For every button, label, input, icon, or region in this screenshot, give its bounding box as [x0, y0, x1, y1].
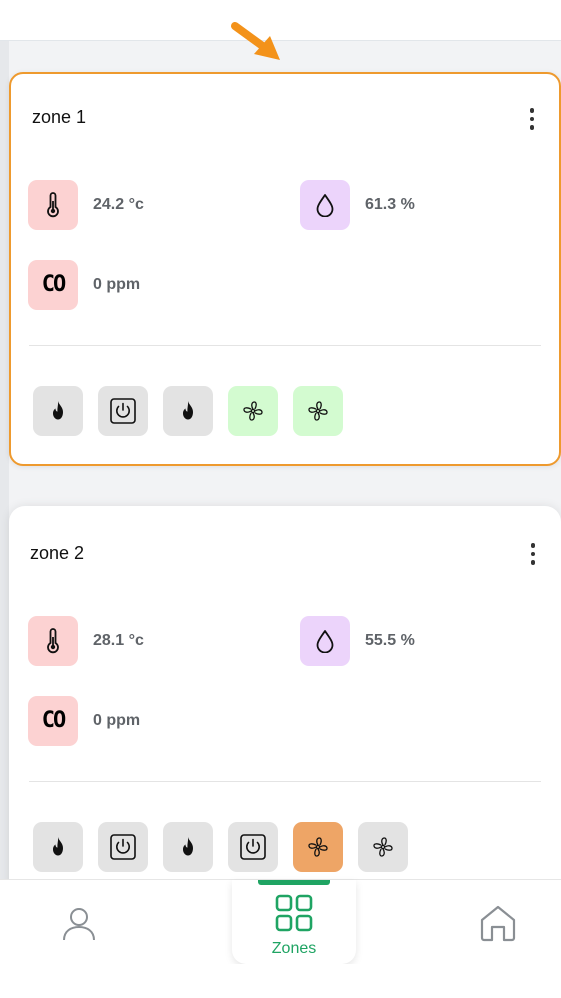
- nav-home[interactable]: [478, 904, 518, 942]
- nav-zones[interactable]: Zones: [232, 880, 356, 964]
- power-toggle-button[interactable]: [228, 822, 278, 872]
- thermometer-icon: [28, 616, 78, 666]
- kebab-dot: [530, 551, 536, 557]
- co-icon-label: CO: [41, 708, 66, 733]
- fan-icon: [308, 837, 328, 857]
- footer-area: [0, 964, 561, 998]
- fan-toggle-button[interactable]: [228, 386, 278, 436]
- user-icon: [63, 908, 95, 941]
- water-drop-icon: [300, 616, 350, 666]
- kebab-dot: [530, 543, 536, 548]
- bottom-navigation: Zones: [0, 879, 561, 965]
- heater-toggle-button[interactable]: [163, 386, 213, 436]
- grid-icon: [275, 894, 313, 932]
- nav-profile[interactable]: [60, 904, 98, 942]
- more-options-button[interactable]: [518, 539, 548, 569]
- active-tab-indicator: [258, 880, 330, 885]
- temperature-value: 28.1 °c: [93, 632, 144, 649]
- fan-toggle-button[interactable]: [293, 822, 343, 872]
- co-value: 0 ppm: [93, 276, 141, 293]
- zone-title: zone 1: [32, 107, 87, 127]
- kebab-dot: [530, 560, 536, 565]
- power-toggle-button[interactable]: [98, 386, 148, 436]
- flame-icon: [183, 837, 193, 856]
- zone-title: zone 2: [30, 543, 85, 563]
- fan-icon: [308, 401, 328, 421]
- humidity-value: 61.3 %: [365, 196, 415, 213]
- flame-icon: [183, 401, 193, 420]
- divider: [29, 345, 541, 346]
- kebab-dot: [529, 116, 535, 122]
- power-icon: [110, 834, 136, 860]
- home-icon: [480, 905, 516, 942]
- humidity-sensor: 55.5 %: [300, 616, 415, 666]
- heater-toggle-button[interactable]: [33, 822, 83, 872]
- heater-toggle-button[interactable]: [163, 822, 213, 872]
- nav-zones-label: Zones: [271, 940, 317, 957]
- water-drop-icon: [300, 180, 350, 230]
- co-icon: CO: [28, 260, 78, 310]
- power-icon: [110, 398, 136, 424]
- zone-card-2[interactable]: zone 2 28.1 °c 55.5 % CO 0 ppm: [9, 506, 561, 879]
- co-icon: CO: [28, 696, 78, 746]
- kebab-dot: [529, 108, 535, 113]
- kebab-dot: [529, 125, 535, 130]
- co-icon-label: CO: [41, 272, 66, 297]
- co-value: 0 ppm: [93, 712, 141, 729]
- pointer-arrow-icon: [231, 22, 280, 60]
- temperature-value: 24.2 °c: [93, 196, 144, 213]
- temperature-sensor: 28.1 °c: [28, 616, 144, 666]
- power-icon: [240, 834, 266, 860]
- fan-toggle-button[interactable]: [358, 822, 408, 872]
- co-sensor: CO 0 ppm: [28, 696, 140, 746]
- zones-list[interactable]: zone 1 24.2 °c 61.3 % CO 0 ppm zone 2 28…: [0, 41, 561, 879]
- power-toggle-button[interactable]: [98, 822, 148, 872]
- humidity-sensor: 61.3 %: [300, 180, 415, 230]
- more-options-button[interactable]: [517, 104, 547, 134]
- actuator-controls: [33, 822, 408, 872]
- divider: [29, 781, 541, 782]
- fan-icon: [373, 837, 393, 857]
- heater-toggle-button[interactable]: [33, 386, 83, 436]
- fan-toggle-button[interactable]: [293, 386, 343, 436]
- actuator-controls: [33, 386, 343, 436]
- humidity-value: 55.5 %: [365, 632, 415, 649]
- flame-icon: [53, 401, 63, 420]
- flame-icon: [53, 837, 63, 856]
- temperature-sensor: 24.2 °c: [28, 180, 144, 230]
- fan-icon: [243, 401, 263, 421]
- thermometer-icon: [28, 180, 78, 230]
- co-sensor: CO 0 ppm: [28, 260, 140, 310]
- zone-card-1[interactable]: zone 1 24.2 °c 61.3 % CO 0 ppm: [9, 72, 561, 466]
